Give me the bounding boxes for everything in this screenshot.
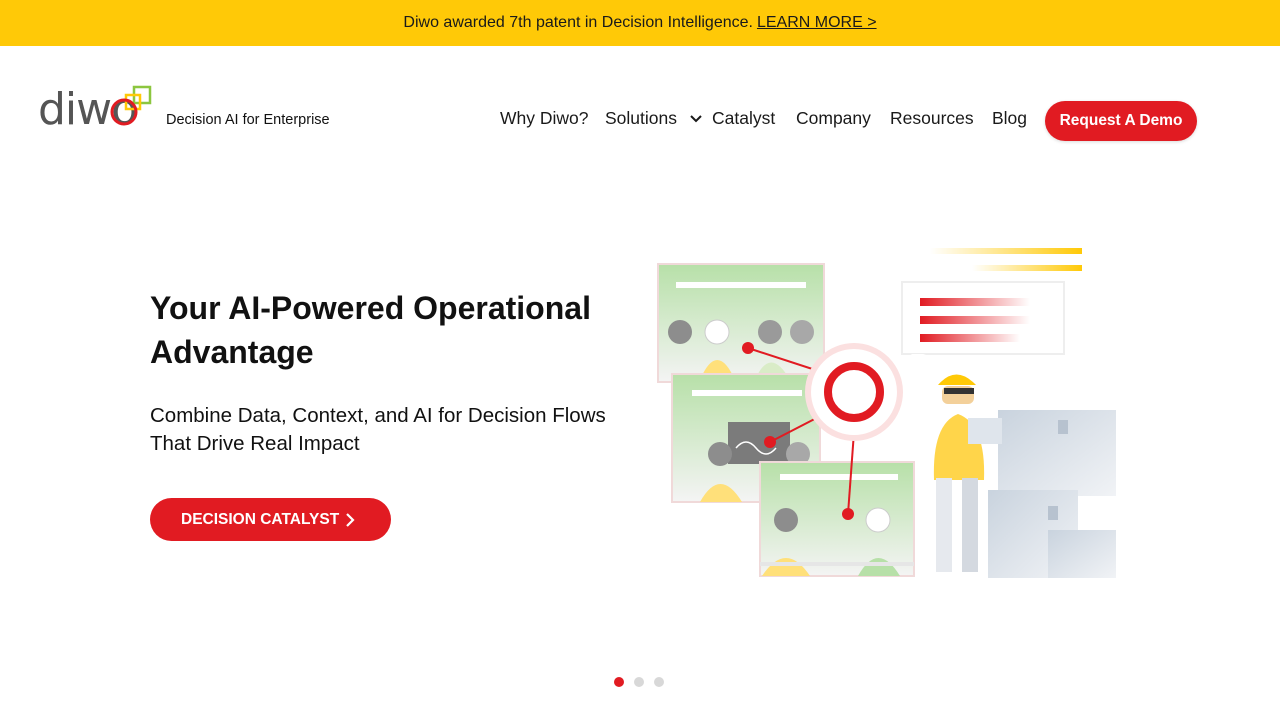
learn-more-link[interactable]: LEARN MORE > [757,14,877,32]
nav-resources[interactable]: Resources [890,108,974,129]
report-bubble [898,281,1065,364]
meeting-panel-3 [759,461,915,577]
banner-text: Diwo awarded 7th patent in Decision Inte… [403,14,753,31]
decision-catalyst-label: DECISION CATALYST [181,510,340,528]
carousel-dot-1[interactable] [614,677,624,687]
hero-title: Your AI-Powered Operational Advantage [150,290,591,370]
diwo-logo[interactable]: diwo [38,84,156,130]
nav-blog[interactable]: Blog [992,108,1027,129]
announcement-banner: Diwo awarded 7th patent in Decision Inte… [0,0,1280,46]
request-demo-button[interactable]: Request A Demo [1045,101,1197,141]
decision-catalyst-button[interactable]: DECISION CATALYST [150,498,391,541]
carousel-dot-3[interactable] [654,677,664,687]
nav-company[interactable]: Company [796,108,871,129]
hero-subtitle: Combine Data, Context, and AI for Decisi… [150,404,606,455]
nav-solutions[interactable]: Solutions [605,108,677,129]
carousel-dots [614,677,664,689]
target-icon [805,343,903,441]
nav-catalyst[interactable]: Catalyst [712,108,775,129]
nav-why-diwo[interactable]: Why Diwo? [500,108,589,129]
storage-boxes [988,410,1116,578]
carousel-dot-2[interactable] [634,677,644,687]
brand-tagline: Decision AI for Enterprise [166,112,330,128]
chevron-down-icon[interactable] [689,112,703,126]
chevron-right-icon [346,513,355,527]
hero-illustration [657,248,1116,578]
